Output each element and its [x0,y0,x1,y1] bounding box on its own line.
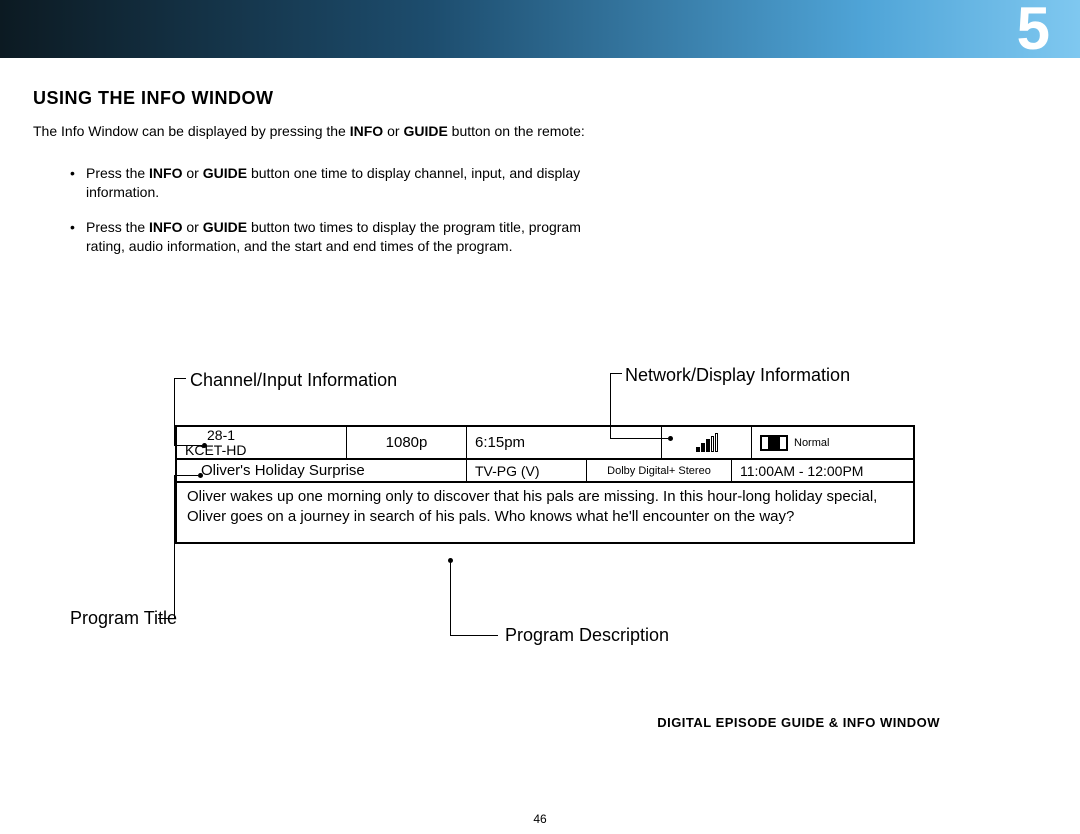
signal-cell [662,427,752,458]
aspect-ratio-icon [760,435,788,451]
text: or [383,123,403,139]
bullet-item: Press the INFO or GUIDE button two times… [70,218,600,256]
annot-channel-input: Channel/Input Information [190,370,397,391]
leader-dot [448,558,453,563]
leader-line [174,378,186,379]
leader-line [450,635,498,636]
signal-bars-icon [696,434,718,452]
annot-program-description: Program Description [505,625,669,646]
text: or [182,219,202,235]
audio-cell: Dolby Digital+ Stereo [587,460,732,481]
guide-label: GUIDE [403,123,447,139]
guide-label: GUIDE [203,219,247,235]
info-label: INFO [350,123,383,139]
info-window-box: 28-1 KCET-HD 1080p 6:15pm Normal Oliver [175,425,915,544]
text: Press the [86,165,149,181]
text: Press the [86,219,149,235]
resolution-cell: 1080p [347,427,467,458]
chapter-number: 5 [1017,0,1050,63]
section-title: USING THE INFO WINDOW [33,88,273,109]
program-times-cell: 11:00AM - 12:00PM [732,460,913,481]
channel-number: 28-1 [185,428,235,443]
text: or [182,165,202,181]
channel-name: KCET-HD [185,443,246,458]
text: The Info Window can be displayed by pres… [33,123,350,139]
page-footer-number: 46 [0,812,1080,826]
rating-cell: TV-PG (V) [467,460,587,481]
leader-line [610,373,622,374]
info-label: INFO [149,165,182,181]
clock-cell: 6:15pm [467,427,662,458]
bullet-list: Press the INFO or GUIDE button one time … [70,164,600,272]
info-row-program: Oliver's Holiday Surprise TV-PG (V) Dolb… [177,460,913,483]
channel-cell: 28-1 KCET-HD [177,427,347,458]
footer-title: DIGITAL EPISODE GUIDE & INFO WINDOW [657,715,940,730]
bullet-item: Press the INFO or GUIDE button one time … [70,164,600,202]
aspect-label: Normal [794,437,829,449]
leader-line [158,618,174,619]
program-description-cell: Oliver wakes up one morning only to disc… [177,483,913,542]
annot-network-display: Network/Display Information [625,365,850,386]
program-title-cell: Oliver's Holiday Surprise [177,460,467,481]
info-label: INFO [149,219,182,235]
leader-line [450,560,451,635]
aspect-cell: Normal [752,427,913,458]
info-row-display: 28-1 KCET-HD 1080p 6:15pm Normal [177,427,913,460]
guide-label: GUIDE [203,165,247,181]
header-band: 5 [0,0,1080,58]
intro-paragraph: The Info Window can be displayed by pres… [33,122,585,140]
text: button on the remote: [448,123,585,139]
